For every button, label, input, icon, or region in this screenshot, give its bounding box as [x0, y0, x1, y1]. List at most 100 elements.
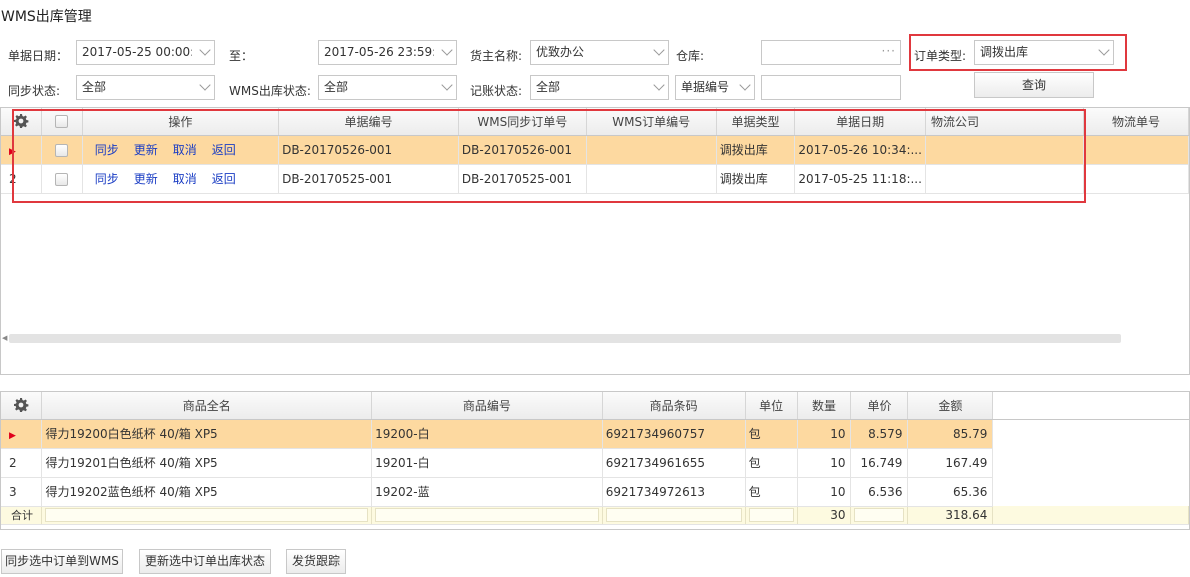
- chevron-down-icon[interactable]: [1098, 44, 1110, 56]
- col-header-price[interactable]: 单价: [850, 392, 909, 420]
- cancel-link[interactable]: 取消: [173, 143, 197, 157]
- col-header-product-code[interactable]: 商品编号: [371, 392, 603, 420]
- total-cell-empty: [41, 506, 373, 525]
- doc-date-from-field[interactable]: 2017-05-25 00:00:00: [76, 40, 215, 65]
- cell-wms-sync-no: DB-20170526-001: [458, 135, 587, 165]
- sync-link[interactable]: 同步: [95, 172, 119, 186]
- chevron-down-icon[interactable]: [441, 79, 453, 91]
- order-type-label: 订单类型:: [914, 49, 967, 63]
- row-checkbox[interactable]: [41, 135, 83, 165]
- detail-grid: 商品全名 商品编号 商品条码 单位 数量 单价 金额 ▶ 得力19200白色纸杯…: [0, 391, 1190, 530]
- table-row[interactable]: ▶ 同步 更新 取消 返回 DB-20170526-001 DB-20170526-0…: [1, 135, 1189, 165]
- chevron-down-icon[interactable]: [199, 44, 211, 56]
- select-all-checkbox[interactable]: [41, 108, 83, 136]
- cell-product-name: 得力19201白色纸杯 40/箱 XP5: [41, 448, 373, 478]
- row-number: 3: [1, 477, 43, 507]
- search-input[interactable]: [761, 75, 901, 100]
- col-header-wms-sync-no[interactable]: WMS同步订单号: [458, 108, 587, 136]
- query-button[interactable]: 查询: [974, 72, 1094, 98]
- row-filler: [993, 477, 1189, 506]
- shipment-tracking-button[interactable]: 发货跟踪: [286, 549, 346, 574]
- row-filler: [992, 419, 1189, 448]
- chevron-down-icon[interactable]: [739, 79, 751, 91]
- update-link[interactable]: 更新: [134, 143, 158, 157]
- horizontal-scrollbar[interactable]: [9, 334, 1121, 343]
- table-row[interactable]: 2 得力19201白色纸杯 40/箱 XP5 19201-白 692173496…: [1, 448, 1189, 478]
- detail-settings-gear[interactable]: [1, 392, 43, 420]
- chevron-down-icon[interactable]: [199, 79, 211, 91]
- chevron-down-icon[interactable]: [653, 44, 665, 56]
- update-outbound-status-button[interactable]: 更新选中订单出库状态: [139, 549, 271, 574]
- sync-status-select[interactable]: 全部: [76, 75, 215, 100]
- gear-icon[interactable]: [13, 113, 29, 129]
- total-cell-empty: [850, 506, 909, 525]
- order-table: 操作 单据编号 WMS同步订单号 WMS订单编号 单据类型 单据日期 物流公司 …: [1, 108, 1189, 194]
- header-filler: [992, 392, 1189, 420]
- cell-barcode: 6921734961655: [602, 448, 746, 478]
- cell-wms-sync-no: DB-20170525-001: [458, 164, 587, 194]
- cancel-link[interactable]: 取消: [173, 172, 197, 186]
- table-row[interactable]: 3 得力19202蓝色纸杯 40/箱 XP5 19202-蓝 692173497…: [1, 477, 1189, 507]
- cell-qty: 10: [797, 448, 852, 478]
- return-link[interactable]: 返回: [212, 143, 236, 157]
- col-header-operation[interactable]: 操作: [82, 108, 280, 136]
- to-label: 至：: [229, 49, 254, 63]
- total-cell-empty: [745, 506, 798, 525]
- col-header-qty[interactable]: 数量: [797, 392, 852, 420]
- gear-icon[interactable]: [13, 397, 29, 413]
- col-header-logistics[interactable]: 物流公司: [925, 108, 1085, 136]
- warehouse-field[interactable]: ···: [761, 40, 901, 65]
- col-header-barcode[interactable]: 商品条码: [602, 392, 746, 420]
- col-header-doc-date[interactable]: 单据日期: [794, 108, 926, 136]
- current-row-marker: ▶: [1, 135, 43, 165]
- cell-unit: 包: [745, 419, 798, 449]
- total-qty: 30: [797, 506, 852, 525]
- order-type-select[interactable]: 调拨出库: [974, 40, 1114, 65]
- cell-amount: 65.36: [907, 477, 994, 507]
- col-header-product-name[interactable]: 商品全名: [41, 392, 373, 420]
- cell-product-name: 得力19202蓝色纸杯 40/箱 XP5: [41, 477, 373, 507]
- account-status-select[interactable]: 全部: [530, 75, 669, 100]
- total-cell-empty: [371, 506, 603, 525]
- table-row[interactable]: 2 同步 更新 取消 返回 DB-20170525-001 DB-20170525-0…: [1, 164, 1189, 194]
- cell-logistics: [925, 164, 1085, 194]
- cell-doc-no: DB-20170525-001: [278, 164, 459, 194]
- update-link[interactable]: 更新: [134, 172, 158, 186]
- col-header-amount[interactable]: 金额: [907, 392, 994, 420]
- search-field-select[interactable]: 单据编号: [675, 75, 755, 100]
- col-header-tracking-no[interactable]: 物流单号: [1083, 108, 1189, 136]
- row-actions: 同步 更新 取消 返回: [82, 135, 280, 165]
- sync-link[interactable]: 同步: [95, 143, 119, 157]
- cell-amount: 167.49: [907, 448, 994, 478]
- cell-product-code: 19201-白: [371, 448, 603, 478]
- chevron-down-icon[interactable]: [653, 79, 665, 91]
- col-header-wms-order-no[interactable]: WMS订单编号: [586, 108, 717, 136]
- cell-price: 8.579: [850, 419, 909, 449]
- cell-barcode: 6921734960757: [602, 419, 746, 449]
- warehouse-label: 仓库:: [676, 49, 705, 63]
- wms-status-label: WMS出库状态:: [229, 84, 311, 98]
- col-header-doc-type[interactable]: 单据类型: [716, 108, 796, 136]
- wms-status-select[interactable]: 全部: [318, 75, 457, 100]
- checkbox[interactable]: [55, 172, 69, 186]
- row-number: 2: [1, 448, 43, 478]
- chevron-down-icon[interactable]: [441, 44, 453, 56]
- more-icon[interactable]: ···: [882, 41, 896, 63]
- owner-select[interactable]: 优致办公: [530, 40, 669, 65]
- grid-settings-gear[interactable]: [1, 108, 43, 136]
- table-row[interactable]: ▶ 得力19200白色纸杯 40/箱 XP5 19200-白 692173496…: [1, 419, 1189, 449]
- row-checkbox[interactable]: [41, 164, 83, 194]
- checkbox[interactable]: [55, 115, 69, 129]
- doc-date-label: 单据日期：: [8, 49, 69, 63]
- return-link[interactable]: 返回: [212, 172, 236, 186]
- doc-date-to-field[interactable]: 2017-05-26 23:59:59: [318, 40, 457, 65]
- col-header-doc-no[interactable]: 单据编号: [278, 108, 459, 136]
- scroll-left-icon[interactable]: ◀: [2, 334, 7, 342]
- cell-price: 6.536: [850, 477, 909, 507]
- sync-selected-to-wms-button[interactable]: 同步选中订单到WMS: [1, 549, 123, 574]
- triangle-right-icon: ▶: [9, 430, 16, 441]
- col-header-unit[interactable]: 单位: [745, 392, 798, 420]
- checkbox[interactable]: [55, 143, 69, 157]
- order-grid: 操作 单据编号 WMS同步订单号 WMS订单编号 单据类型 单据日期 物流公司 …: [0, 107, 1190, 375]
- sync-status-label: 同步状态:: [8, 84, 61, 98]
